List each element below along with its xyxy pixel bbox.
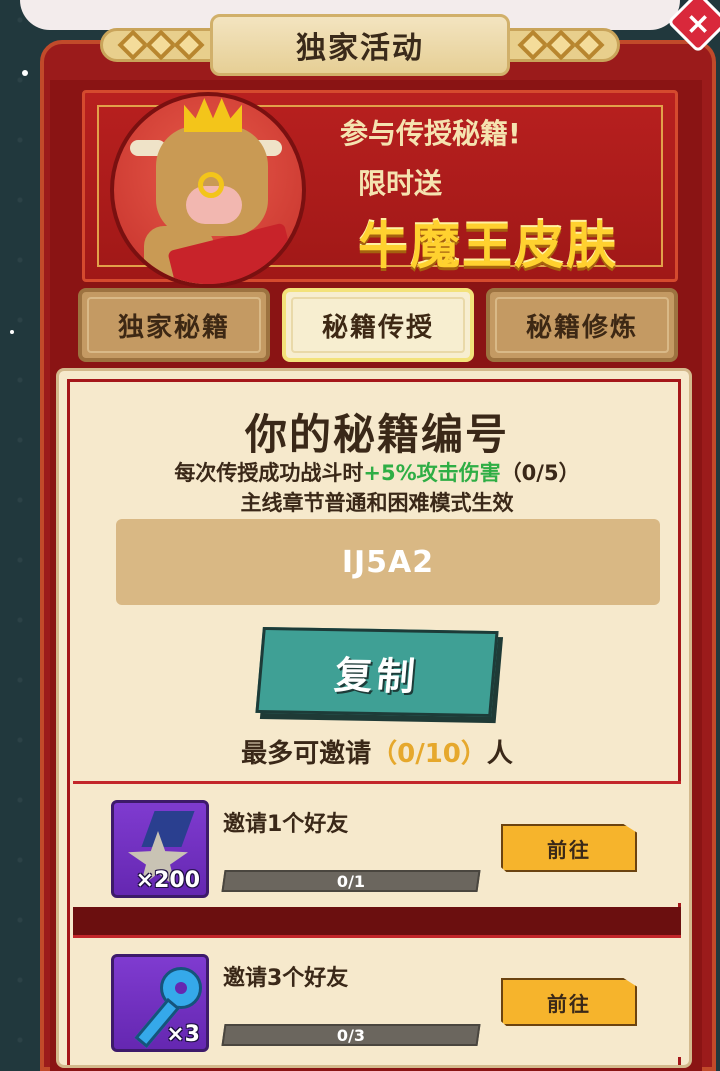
title-banner: 独家活动	[210, 14, 510, 76]
card-title: 你的秘籍编号	[244, 410, 509, 459]
medal-icon: ×200	[111, 800, 209, 898]
invite-limit: 最多可邀请（0/10）人	[59, 733, 689, 770]
reward-count: ×3	[166, 1022, 200, 1047]
go-button[interactable]: 前往	[501, 978, 637, 1026]
tab-label: 秘籍修炼	[525, 312, 638, 343]
crown-icon	[184, 98, 242, 132]
snow-dot	[22, 70, 28, 76]
close-icon: ×	[685, 6, 711, 42]
secret-code-field[interactable]: IJ5A2	[116, 519, 660, 605]
invite-suffix: 人	[486, 739, 513, 769]
promo-skin-name: 牛魔王皮肤	[358, 217, 618, 275]
page-title: 独家活动	[296, 31, 424, 66]
reward-count: ×200	[135, 868, 200, 893]
snow-dot	[10, 330, 14, 334]
reward-row: ×200 邀请1个好友 0/1 前往	[73, 781, 681, 903]
bonus-description: 每次传授成功战斗时+5%攻击伤害（0/5）	[59, 457, 689, 487]
go-label: 前往	[547, 991, 591, 1016]
tab-secret-teaching[interactable]: 秘籍传授	[282, 288, 474, 362]
tab-exclusive-secrets[interactable]: 独家秘籍	[78, 288, 270, 362]
promo-line2: 限时送	[358, 167, 443, 200]
tab-label: 秘籍传授	[321, 312, 434, 343]
row-divider	[73, 907, 681, 935]
bonus-value: +5%攻击伤害	[363, 461, 501, 485]
key-icon: ×3	[111, 954, 209, 1052]
nose-ring-icon	[198, 172, 224, 198]
bonus-count: （0/5）	[500, 461, 580, 485]
invite-prefix: 最多可邀请	[241, 739, 372, 769]
reward-progress-bar: 0/1	[221, 870, 481, 892]
secret-code-value: IJ5A2	[341, 544, 435, 580]
reward-label: 邀请1个好友	[223, 812, 349, 837]
reward-progress-text: 0/3	[336, 1025, 366, 1045]
bull-king-avatar-icon	[110, 92, 306, 288]
copy-label: 复制	[332, 652, 421, 699]
reward-progress-bar: 0/3	[221, 1024, 481, 1046]
bonus-scope: 主线章节普通和困难模式生效	[240, 491, 514, 515]
reward-progress-text: 0/1	[336, 871, 366, 891]
secret-code-card: 你的秘籍编号 每次传授成功战斗时+5%攻击伤害（0/5） 主线章节普通和困难模式…	[56, 368, 692, 1068]
medal-ribbon	[141, 811, 195, 847]
reward-label: 邀请3个好友	[223, 966, 349, 991]
copy-button[interactable]: 复制	[255, 626, 499, 718]
invite-count: （0/10）	[371, 739, 487, 769]
reward-row: ×3 邀请3个好友 0/3 前往	[73, 935, 681, 1057]
go-button[interactable]: 前往	[501, 824, 637, 872]
go-label: 前往	[547, 837, 591, 862]
promo-line1: 参与传授秘籍!	[340, 117, 521, 150]
tab-label: 独家秘籍	[117, 312, 230, 343]
bonus-prefix: 每次传授成功战斗时	[174, 461, 364, 485]
tab-secret-training[interactable]: 秘籍修炼	[486, 288, 678, 362]
